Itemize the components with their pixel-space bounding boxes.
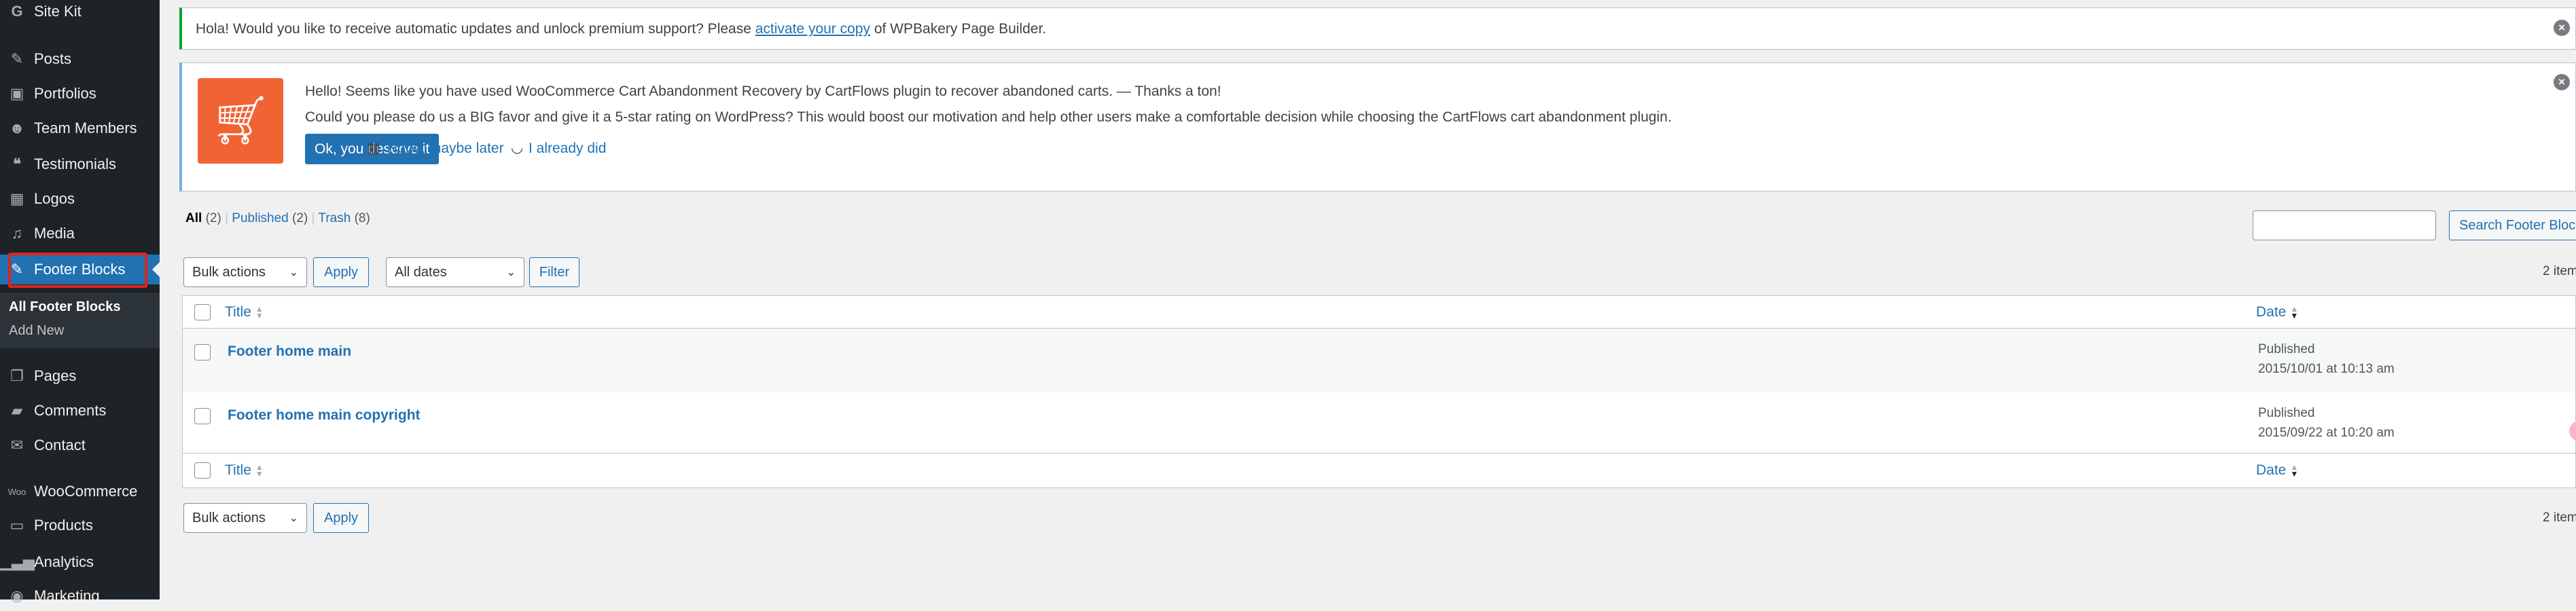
title-sort-link[interactable]: Title ▲ ▼ xyxy=(225,304,264,320)
select-all-checkbox[interactable] xyxy=(194,462,211,479)
sidebar-item-analytics[interactable]: ▁▃▅ Analytics xyxy=(0,547,160,577)
footer-blocks-submenu: All Footer Blocks Add New xyxy=(0,293,160,348)
groups-icon: ☻ xyxy=(9,119,25,136)
current-arrow xyxy=(152,262,160,277)
sidebar-item-portfolios[interactable]: ▣ Portfolios xyxy=(0,79,160,109)
sidebar-item-team-members[interactable]: ☻ Team Members xyxy=(0,113,160,143)
view-filters: All (2) | Published (2) | Trash (8) xyxy=(185,211,370,225)
cartflows-line2: Could you please do us a BIG favor and g… xyxy=(305,109,1672,125)
sidebar-item-logos[interactable]: ▦ Logos xyxy=(0,184,160,214)
sidebar-item-products[interactable]: ▭ Products xyxy=(0,511,160,540)
pin-icon: ✎ xyxy=(10,50,24,67)
sidebar-item-pages[interactable]: ❐ Pages xyxy=(0,361,160,391)
row-checkbox[interactable] xyxy=(194,408,211,424)
wpbakery-notice-text: Hola! Would you like to receive automati… xyxy=(196,21,1047,37)
items-count-bottom: 2 items xyxy=(2543,511,2576,525)
dismiss-icon[interactable]: × xyxy=(2554,74,2570,90)
filter-button[interactable]: Filter xyxy=(529,257,579,287)
footer-blocks-table: Title ▲ ▼ Date ▲ ▼ Footer home main Publishe… xyxy=(182,295,2576,488)
dismiss-icon[interactable]: × xyxy=(2554,20,2570,36)
table-row: Footer home main copyright Published 2015… xyxy=(183,392,2575,453)
sidebar-item-woocommerce[interactable]: Woo WooCommerce xyxy=(0,477,160,506)
search-button[interactable]: Search Footer Blocks xyxy=(2449,210,2576,240)
sidebar-item-posts[interactable]: ✎ Posts xyxy=(0,44,160,74)
megaphone-icon: ◉ xyxy=(10,587,24,604)
sidebar-item-site-kit[interactable]: G Site Kit xyxy=(0,0,160,26)
sort-icon: ▲ ▼ xyxy=(2290,462,2299,479)
cartflows-line1: Hello! Seems like you have used WooComme… xyxy=(305,84,1221,99)
dates-select[interactable]: All dates ⌄ xyxy=(386,257,524,287)
archive-icon: ▭ xyxy=(10,517,24,534)
sort-icon: ▲ ▼ xyxy=(255,304,264,321)
chevron-down-icon: ⌄ xyxy=(289,267,298,278)
sort-icon: ▲ ▼ xyxy=(2290,304,2299,321)
table-header: Title ▲ ▼ Date ▲ ▼ xyxy=(183,296,2575,329)
date-sort-link[interactable]: Date ▲ ▼ xyxy=(2256,304,2298,320)
sidebar-item-comments[interactable]: ▰ Comments xyxy=(0,396,160,426)
pages-icon: ❐ xyxy=(10,367,24,384)
table-footer: Title ▲ ▼ Date ▲ ▼ xyxy=(183,453,2575,487)
search-input[interactable] xyxy=(2253,210,2436,240)
maybe-later-link[interactable]: Nope, maybe later xyxy=(387,141,504,157)
bar-chart-icon: ▁▃▅ xyxy=(0,553,35,570)
apply-button-bottom[interactable]: Apply xyxy=(313,503,369,533)
sidebar-item-media[interactable]: ♫ Media xyxy=(0,219,160,248)
grid-icon: ▦ xyxy=(10,190,24,207)
woo-icon: Woo xyxy=(7,486,26,497)
view-all-link[interactable]: All xyxy=(185,211,202,225)
sort-icon: ▲ ▼ xyxy=(255,462,264,479)
chevron-down-icon: ⌄ xyxy=(289,513,298,524)
sidebar-item-footer-blocks[interactable]: ✎ Footer Blocks xyxy=(0,253,160,288)
row-checkbox[interactable] xyxy=(194,344,211,360)
submenu-all-footer-blocks[interactable]: All Footer Blocks xyxy=(9,299,120,315)
wpbakery-notice: Hola! Would you like to receive automati… xyxy=(179,7,2576,50)
apply-button[interactable]: Apply xyxy=(313,257,369,287)
select-all-checkbox[interactable] xyxy=(194,304,211,320)
google-g-icon: G xyxy=(11,3,23,20)
sidebar-item-contact[interactable]: ✉ Contact xyxy=(0,430,160,460)
sidebar-item-testimonials[interactable]: ❝ Testimonials xyxy=(0,149,160,179)
date-sort-link[interactable]: Date ▲ ▼ xyxy=(2256,462,2298,479)
smile-icon: ◡ xyxy=(511,140,524,155)
row-date: Published 2015/09/22 at 10:20 am xyxy=(2258,406,2395,440)
row-date: Published 2015/10/01 at 10:13 am xyxy=(2258,342,2395,376)
already-did-link[interactable]: I already did xyxy=(529,141,606,157)
quote-icon: ❝ xyxy=(13,155,21,172)
bulk-actions-select[interactable]: Bulk actions ⌄ xyxy=(183,257,307,287)
submenu-add-new[interactable]: Add New xyxy=(9,323,64,339)
cartflows-notice: 🛒︎ Hello! Seems like you have used WooCo… xyxy=(179,62,2576,191)
image-icon: ▣ xyxy=(10,85,24,102)
calendar-icon: ▦ xyxy=(367,141,380,156)
title-sort-link[interactable]: Title ▲ ▼ xyxy=(225,462,264,479)
row-title-link[interactable]: Footer home main copyright xyxy=(228,407,421,424)
highlight-box xyxy=(8,253,147,288)
sidebar-item-marketing[interactable]: ◉ Marketing xyxy=(0,581,160,611)
items-count: 2 items xyxy=(2543,264,2576,278)
chevron-down-icon: ⌄ xyxy=(506,267,516,278)
cart-icon: 🛒︎ xyxy=(198,78,283,164)
media-icon: ♫ xyxy=(11,225,23,242)
view-trash-link[interactable]: Trash xyxy=(318,211,351,225)
activate-copy-link[interactable]: activate your copy xyxy=(755,21,870,37)
row-title-link[interactable]: Footer home main xyxy=(228,344,351,360)
envelope-icon: ✉ xyxy=(10,437,24,453)
bulk-actions-select-bottom[interactable]: Bulk actions ⌄ xyxy=(183,503,307,533)
comment-icon: ▰ xyxy=(11,402,23,419)
view-published-link[interactable]: Published xyxy=(232,211,288,225)
table-row: Footer home main Published 2015/10/01 at … xyxy=(183,329,2575,392)
admin-sidebar: G Site Kit ✎ Posts ▣ Portfolios ☻ Team Membe… xyxy=(0,0,160,604)
